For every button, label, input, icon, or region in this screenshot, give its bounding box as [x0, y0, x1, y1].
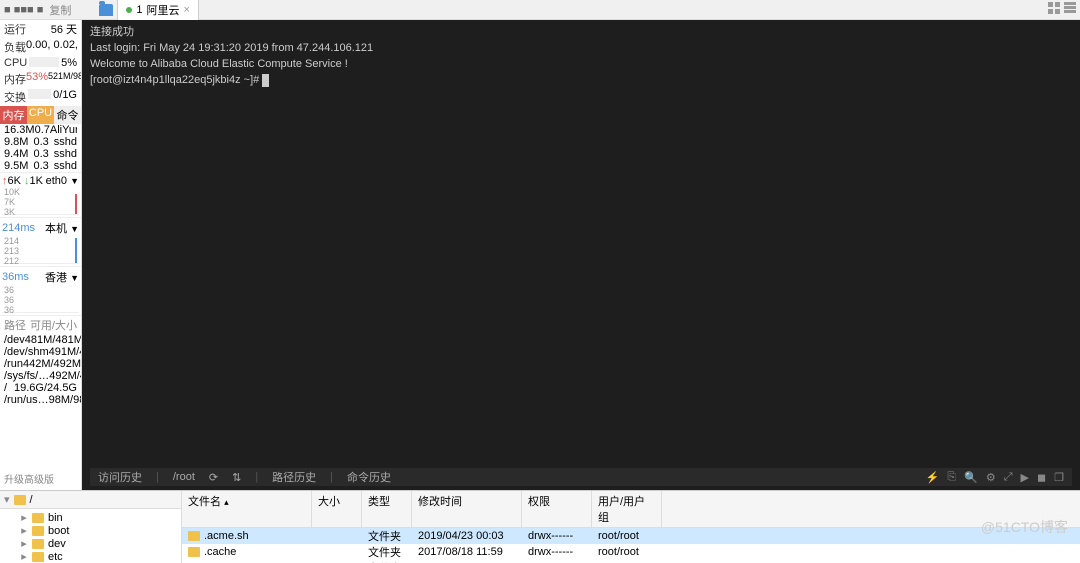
current-path[interactable]: /root	[173, 471, 195, 483]
expand-icon[interactable]: ⤢	[1004, 471, 1013, 484]
ping2-loc[interactable]: 香港 ▼	[45, 269, 79, 285]
file-list-header[interactable]: 文件名 ▴ 大小 类型 修改时间 权限 用户/用户组	[182, 491, 1080, 528]
disk-section: 路径可用/大小 /dev481M/481M/dev/shm491M/492M/r…	[0, 315, 81, 406]
col-size[interactable]: 大小	[312, 491, 362, 527]
tab-label: 阿里云	[146, 2, 179, 18]
refresh-icon[interactable]: ⟳	[209, 471, 218, 484]
session-tab[interactable]: 1 阿里云 ×	[117, 0, 199, 21]
col-perm[interactable]: 权限	[522, 491, 592, 527]
disk-row: /dev/shm491M/492M	[0, 346, 81, 358]
search-icon[interactable]: 🔍	[964, 471, 978, 484]
copy-button[interactable]: 复制	[49, 2, 71, 18]
file-browser: ▾/ ▸bin▸boot▸dev▸etc▸home 文件名 ▴ 大小 类型 修改…	[0, 490, 1080, 563]
mem-value: 521M/985M	[48, 71, 82, 87]
close-icon[interactable]: ×	[183, 4, 189, 16]
net-up: 6K	[8, 175, 21, 187]
path-history[interactable]: 路径历史	[272, 469, 316, 485]
term-line: 连接成功	[90, 24, 1072, 40]
ping1-loc[interactable]: 本机 ▼	[45, 220, 79, 236]
disk-h-size: 可用/大小	[30, 317, 77, 333]
disk-row: /dev481M/481M	[0, 334, 81, 346]
disk-row: /sys/fs/…492M/492M	[0, 370, 81, 382]
uptime-label: 运行	[4, 21, 26, 37]
tab-number: 1	[136, 4, 142, 16]
status-bar: 访问历史 | /root ⟳ ⇅ | 路径历史 | 命令历史 ⚡ ⎘ 🔍 ⚙ ⤢…	[90, 468, 1072, 486]
terminal[interactable]: 连接成功 Last login: Fri May 24 19:31:20 201…	[82, 20, 1080, 490]
network-graph: ↑6K ↓1K eth0 ▼ 10K 7K 3K	[0, 172, 81, 217]
folder-icon	[14, 495, 26, 505]
file-list: 文件名 ▴ 大小 类型 修改时间 权限 用户/用户组 .acme.sh文件夹20…	[182, 491, 1080, 563]
process-list: 16.3M0.7AliYunDu9.8M0.3sshd9.4M0.3sshd9.…	[0, 124, 81, 172]
net-iface[interactable]: eth0 ▼	[46, 175, 79, 187]
bolt-icon[interactable]: ⚡	[926, 471, 940, 484]
copy-icon[interactable]: ⎘	[947, 471, 956, 484]
tree-item[interactable]: ▸dev	[2, 537, 179, 550]
visit-history[interactable]: 访问历史	[98, 469, 142, 485]
tree-panel: ▾/ ▸bin▸boot▸dev▸etc▸home	[0, 491, 182, 563]
load-value: 0.00, 0.02, 0.00	[26, 39, 82, 55]
term-prompt: [root@izt4n4p1llqa22eq5jkbi4z ~]#	[90, 72, 1072, 88]
col-type[interactable]: 类型	[362, 491, 412, 527]
file-row[interactable]: .acme.sh文件夹2019/04/23 00:03drwx------roo…	[182, 528, 1080, 544]
col-own[interactable]: 用户/用户组	[592, 491, 662, 527]
mem-pct: 53%	[26, 71, 48, 87]
swap-label: 交换	[4, 89, 26, 105]
col-time[interactable]: 修改时间	[412, 491, 522, 527]
disk-h-path: 路径	[4, 317, 30, 333]
stop-icon[interactable]: ◼	[1037, 471, 1046, 484]
up-icon[interactable]: ⇅	[232, 471, 241, 484]
disk-row: /19.6G/24.5G	[0, 382, 81, 394]
ping1-time: 214ms	[2, 222, 35, 234]
sidebar: 运行 56 天 负载 0.00, 0.02, 0.00 CPU5% 内存53%5…	[0, 20, 82, 490]
net-down: 1K	[30, 175, 43, 187]
sort-cpu[interactable]: CPU	[27, 106, 54, 124]
process-header[interactable]: 内存 CPU 命令	[0, 106, 81, 124]
tree-item[interactable]: ▸etc	[2, 550, 179, 563]
term-line: Last login: Fri May 24 19:31:20 2019 fro…	[90, 40, 1072, 56]
layout-icon[interactable]	[1064, 2, 1076, 17]
ping1-graph: 214ms 本机 ▼ 214 213 212	[0, 217, 81, 266]
gear-icon[interactable]: ⚙	[986, 471, 996, 484]
upgrade-link[interactable]: 升级高级版	[0, 467, 81, 490]
sort-mem[interactable]: 内存	[0, 106, 27, 124]
tree-item[interactable]: ▸bin	[2, 511, 179, 524]
folder-icon[interactable]	[99, 4, 113, 16]
col-name[interactable]: 文件名	[188, 496, 221, 508]
top-bar: ■ ■■■ ■ 复制 1 阿里云 ×	[0, 0, 1080, 20]
ip-label: ■ ■■■ ■	[4, 4, 43, 16]
play-icon[interactable]: ▶	[1021, 471, 1029, 484]
process-row[interactable]: 9.5M0.3sshd	[0, 160, 81, 172]
grid-view-icon[interactable]	[1048, 2, 1060, 17]
swap-value: 0/1G	[53, 89, 77, 105]
term-line: Welcome to Alibaba Cloud Elastic Compute…	[90, 56, 1072, 72]
cpu-label: CPU	[4, 57, 27, 69]
tree-item[interactable]: ▸boot	[2, 524, 179, 537]
process-row[interactable]: 9.4M0.3sshd	[0, 148, 81, 160]
ping2-graph: 36ms 香港 ▼ 36 36 36	[0, 266, 81, 315]
disk-row: /run/us…98M/98M	[0, 394, 81, 406]
process-row[interactable]: 16.3M0.7AliYunDu	[0, 124, 81, 136]
uptime-value: 56 天	[51, 21, 77, 37]
status-dot-icon	[126, 7, 132, 13]
tree-root[interactable]: ▾/	[0, 491, 181, 509]
process-row[interactable]: 9.8M0.3sshd	[0, 136, 81, 148]
cpu-value: 5%	[61, 57, 77, 69]
cursor-icon	[262, 74, 269, 87]
disk-row: /run442M/492M	[0, 358, 81, 370]
window-icon[interactable]: ❐	[1054, 471, 1064, 484]
cmd-history[interactable]: 命令历史	[347, 469, 391, 485]
mem-label: 内存	[4, 71, 26, 87]
ping2-time: 36ms	[2, 271, 29, 283]
sort-cmd[interactable]: 命令	[54, 106, 81, 124]
file-row[interactable]: .cache文件夹2017/08/18 11:59drwx------root/…	[182, 544, 1080, 560]
load-label: 负载	[4, 39, 26, 55]
